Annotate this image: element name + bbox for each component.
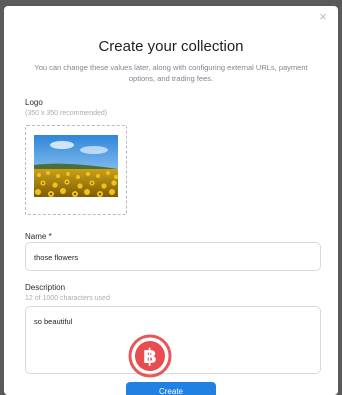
description-textarea[interactable]: so beautiful: [25, 306, 321, 374]
logo-uploader[interactable]: [25, 125, 127, 215]
logo-image: [34, 135, 118, 197]
description-label: Description: [25, 283, 66, 292]
description-counter: 12 of 1000 characters used: [25, 295, 110, 302]
name-input-value: those flowers: [34, 253, 79, 262]
modal-title: Create your collection: [98, 38, 244, 55]
flowers-image: [34, 135, 118, 197]
description-textarea-value: so beautiful: [34, 317, 73, 326]
bitcoin-watermark-icon: ฿: [128, 334, 172, 378]
modal-subtitle: You can change these values later, along…: [34, 63, 308, 83]
create-collection-modal: × Create your collection You can change …: [4, 6, 338, 395]
name-label: Name *: [25, 232, 52, 241]
logo-hint: (350 x 350 recommended): [25, 110, 108, 117]
create-button[interactable]: Create: [126, 382, 216, 395]
close-icon[interactable]: ×: [316, 10, 330, 24]
logo-label: Logo: [25, 98, 43, 107]
svg-text:฿: ฿: [143, 344, 157, 368]
name-input[interactable]: those flowers: [25, 242, 321, 271]
